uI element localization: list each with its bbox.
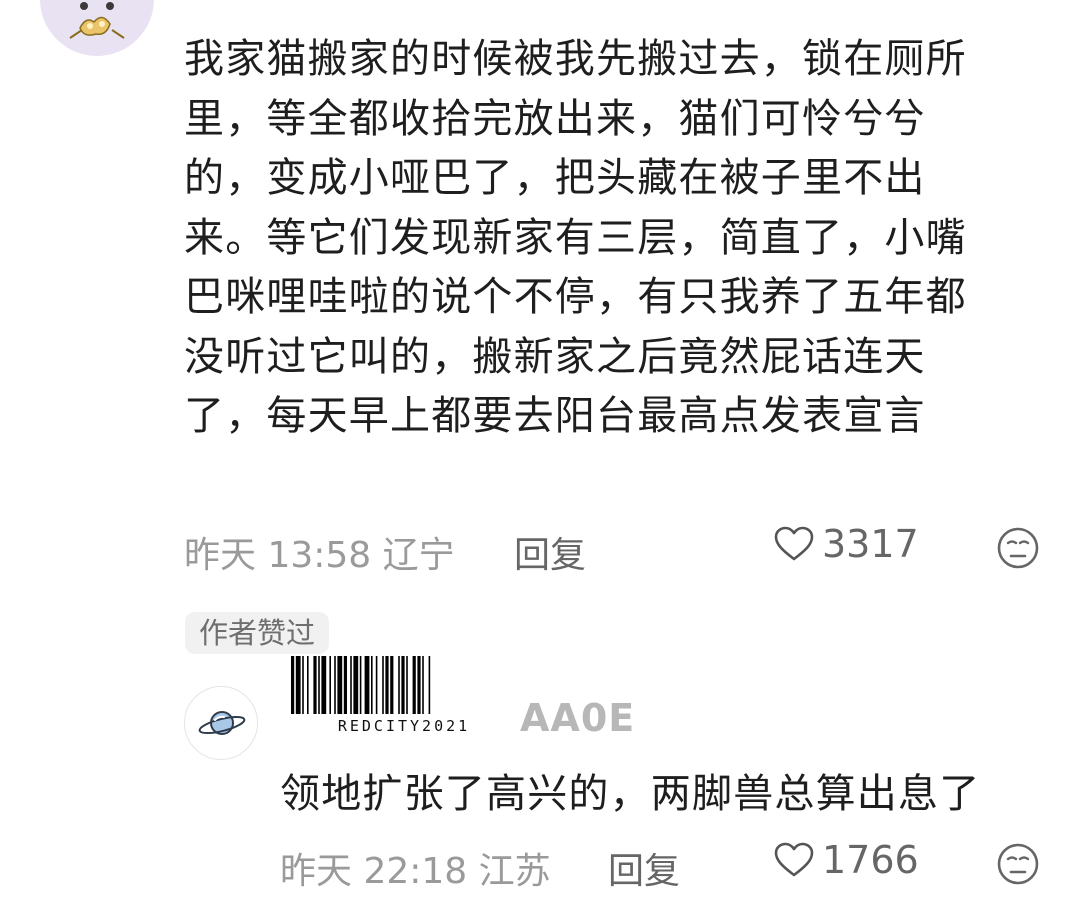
barcode-bar [350,656,352,714]
cat-avatar-icon [69,2,125,39]
reply-like-button[interactable]: 1766 [774,838,919,882]
barcode-bar [307,656,309,714]
comment-timestamp: 昨天 13:58 辽宁 [184,535,455,576]
barcode-bar [371,656,373,714]
heart-icon [774,526,814,561]
comment-line: 没听过它叫的，搬新家之后竟然屁话连天 [184,333,926,380]
barcode-bar [329,656,331,714]
barcode-bar [417,656,421,714]
barcode-bar [318,656,320,714]
barcode-bar [375,656,378,714]
comment-meta-row: 昨天 13:58 辽宁 回复 3317 [184,518,1044,578]
barcode-bar [398,656,400,714]
reply-timestamp: 昨天 22:18 江苏 [280,851,551,892]
barcode-bar [321,656,327,714]
comment-line: 来。等它们发现新家有三层，简直了，小嘴 [184,214,967,261]
barcode-bar [406,656,408,714]
author-liked-badge: 作者赞过 [185,612,330,654]
barcode-bar [422,656,424,714]
reply-body: 领地扩张了高兴的，两脚兽总算出息了 [280,771,981,817]
dislike-emoji-icon[interactable] [996,842,1040,886]
reply-button[interactable]: 回复 [514,526,586,578]
barcode-bar [428,656,431,714]
barcode-bar [353,656,359,714]
barcode-bar [390,656,394,714]
barcode-bar [291,656,295,714]
reply-meta-row: 昨天 22:18 江苏 回复 1766 [280,834,1044,894]
comment-line: 我家猫搬家的时候被我先搬过去，锁在厕所 [184,36,967,82]
barcode-bar [334,656,336,714]
replier-username[interactable]: AA0E [520,696,635,740]
barcode-icon [291,656,431,714]
barcode-bar [343,656,347,714]
barcode-bar [412,656,416,714]
barcode-bar [313,656,317,714]
commenter-avatar[interactable] [40,0,154,56]
like-button[interactable]: 3317 [774,522,919,566]
like-count: 1766 [822,838,919,882]
barcode-bar [302,656,304,714]
heart-icon [774,842,814,877]
barcode-bar [385,656,389,714]
reply-reply-button[interactable]: 回复 [608,842,680,894]
comment-line: 的，变成小哑巴了，把头藏在被子里不出 [184,155,926,201]
barcode-bar [359,656,362,714]
comment-line: 巴咪哩哇啦的说个不停，有只我养了五年都 [184,274,967,320]
barcode-bar [337,656,343,714]
like-count: 3317 [822,522,919,566]
replier-avatar[interactable] [184,686,258,760]
comment-body: 我家猫搬家的时候被我先搬过去，锁在厕所 里，等全都收拾完放出来，猫们可怜兮兮 的… [184,30,1044,447]
watermark-label: REDCITY2021 [337,717,471,735]
planet-avatar-icon [198,711,246,735]
comment-line: 里，等全都收拾完放出来，猫们可怜兮兮 [184,95,926,142]
watermark-barcode: REDCITY2021 [288,656,520,738]
barcode-bar [382,656,384,714]
barcode-bar [364,656,370,714]
dislike-emoji-icon[interactable] [996,526,1040,570]
barcode-bar [401,656,405,714]
comment-line: 了，每天早上都要去阳台最高点发表宣言 [184,393,926,439]
barcode-bar [295,656,301,714]
